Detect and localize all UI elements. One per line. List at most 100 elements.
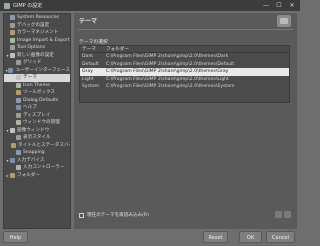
sidebar-item[interactable]: ツールボックス xyxy=(4,89,70,97)
theme-row[interactable]: System C:\Program Files\GIMP 2\share\gimp… xyxy=(80,83,289,91)
category-icon xyxy=(8,67,14,73)
close-button[interactable]: ✕ xyxy=(288,0,296,11)
category-icon xyxy=(16,165,21,171)
category-icon xyxy=(16,120,21,126)
sidebar-item[interactable]: Snapping xyxy=(4,149,70,157)
sidebar-item[interactable]: Dialog Defaults xyxy=(4,97,70,105)
sidebar-item[interactable]: ▾ 新しい画像の設定 xyxy=(4,52,70,60)
sidebar-item[interactable]: 表示スタイル xyxy=(4,134,70,142)
theme-folder-cell: C:\Program Files\GIMP 2\share\gimp\2.0\t… xyxy=(106,61,235,67)
ok-button[interactable]: OK xyxy=(239,231,262,243)
window-title: GIMP の設定 xyxy=(13,3,43,9)
dialog-button-bar: Help Reset OK Cancel xyxy=(0,229,300,246)
reload-theme-label: 現在のテーマを再読み込み(R) xyxy=(87,213,149,218)
folder-icon[interactable] xyxy=(284,211,291,218)
sidebar-item-label: Image Import & Export xyxy=(17,37,70,43)
sidebar-item-label: Icon Theme xyxy=(23,82,50,88)
theme-row[interactable]: Light C:\Program Files\GIMP 2\share\gimp\… xyxy=(80,76,289,84)
theme-list[interactable]: テーマ フォルダー Dark C:\Program Files\GIMP 2\sh… xyxy=(79,45,290,103)
sidebar-item-label: 画像ウィンドウ xyxy=(17,127,50,133)
category-icon xyxy=(10,22,15,28)
maximize-button[interactable]: ☐ xyxy=(275,0,283,11)
sidebar-item-label: グリッド xyxy=(23,60,42,65)
refresh-icon[interactable] xyxy=(275,211,282,218)
sidebar-item[interactable]: ▸ フォルダー xyxy=(4,172,70,180)
category-icon xyxy=(10,127,15,133)
category-icon xyxy=(16,97,21,103)
sidebar-item[interactable]: ヘルプ xyxy=(4,104,70,112)
theme-name-cell: System xyxy=(82,84,100,89)
category-icon xyxy=(10,45,15,51)
sidebar-item-label: ディスプレイ xyxy=(23,112,51,118)
column-header-folder[interactable]: フォルダー xyxy=(104,46,289,52)
sidebar-item-label: System Resources xyxy=(17,15,60,20)
sidebar-item-label: 新しい画像の設定 xyxy=(17,52,54,58)
sidebar-item[interactable]: Icon Theme xyxy=(4,82,70,90)
category-icon xyxy=(10,30,15,36)
category-icon xyxy=(10,37,15,43)
theme-name-cell: Dark xyxy=(82,54,93,59)
sidebar-item[interactable]: グリッド xyxy=(4,59,70,67)
reset-button[interactable]: Reset xyxy=(203,231,228,243)
theme-section-label: テーマの選択 xyxy=(79,40,108,45)
category-icon xyxy=(16,150,21,156)
theme-row[interactable]: Dark C:\Program Files\GIMP 2\share\gimp\2… xyxy=(80,53,289,61)
sidebar-item-label: Tool Options xyxy=(17,45,46,50)
sidebar-item[interactable]: ウィンドウの管理 xyxy=(4,119,70,127)
theme-list-header: テーマ フォルダー xyxy=(80,46,289,53)
category-icon xyxy=(16,90,21,96)
sidebar-item[interactable]: System Resources xyxy=(4,14,70,22)
category-icon xyxy=(10,15,15,21)
category-icon xyxy=(16,105,21,111)
help-button[interactable]: Help xyxy=(3,231,28,243)
category-icon xyxy=(16,135,21,141)
sidebar-item-label: デバッグの設定 xyxy=(17,22,50,28)
cancel-button[interactable]: Cancel xyxy=(266,231,295,243)
category-icon xyxy=(11,142,16,148)
sidebar-item[interactable]: ▾ ユーザーインターフェース xyxy=(4,67,70,75)
preferences-page: テーマ テーマの選択 テーマ フォルダー Dark C:\Program File… xyxy=(74,13,297,229)
category-icon xyxy=(16,82,21,88)
sidebar-item-label: ウィンドウの管理 xyxy=(23,120,60,125)
sidebar-item[interactable]: タイトルとステータスバー xyxy=(4,142,70,150)
sidebar-item-label: ツールボックス xyxy=(23,90,56,95)
sidebar-item[interactable]: 入力コントローラー xyxy=(4,164,70,172)
header-divider xyxy=(78,29,293,30)
column-header-theme[interactable]: テーマ xyxy=(80,46,104,52)
category-icon xyxy=(16,75,21,81)
sidebar-item-label: テーマ xyxy=(23,75,37,80)
preferences-category-tree[interactable]: System Resources デバッグの設定 カラーマネジメント Image Im… xyxy=(3,13,71,229)
sidebar-item-label: 表示スタイル xyxy=(23,135,51,140)
page-icon-group xyxy=(275,211,291,218)
category-icon xyxy=(10,52,15,58)
sidebar-item-label: 入力コントローラー xyxy=(23,165,65,170)
theme-name-cell: Light xyxy=(82,76,94,82)
category-icon xyxy=(10,172,15,178)
minimize-button[interactable]: — xyxy=(262,0,270,11)
sidebar-item-label: Snapping xyxy=(23,150,45,155)
sidebar-item[interactable]: Tool Options xyxy=(4,44,70,52)
sidebar-item-label: タイトルとステータスバー xyxy=(18,142,71,148)
category-icon xyxy=(16,112,21,118)
window-controls: — ☐ ✕ xyxy=(262,0,296,11)
reload-theme-checkbox[interactable] xyxy=(79,212,84,218)
sidebar-item[interactable]: ▾ 画像ウィンドウ xyxy=(4,127,70,135)
theme-row[interactable]: Default C:\Program Files\GIMP 2\share\gim… xyxy=(80,61,289,69)
reload-theme-option[interactable]: 現在のテーマを再読み込み(R) xyxy=(79,212,149,218)
sidebar-item[interactable]: デバッグの設定 xyxy=(4,22,70,30)
sidebar-item-label: 入力デバイス xyxy=(17,157,45,163)
gimp-app-icon xyxy=(4,2,10,9)
theme-folder-cell: C:\Program Files\GIMP 2\share\gimp\2.0\t… xyxy=(106,76,229,82)
sidebar-item[interactable]: ▾ 入力デバイス xyxy=(4,157,70,165)
sidebar-item[interactable]: ディスプレイ xyxy=(4,112,70,120)
sidebar-item-label: ヘルプ xyxy=(23,105,37,110)
sidebar-item[interactable]: カラーマネジメント xyxy=(4,29,70,37)
category-icon xyxy=(16,60,21,66)
theme-row[interactable]: Gray C:\Program Files\GIMP 2\share\gimp\2… xyxy=(80,68,289,76)
sidebar-item-label: フォルダー xyxy=(17,172,40,178)
sidebar-item-label: ユーザーインターフェース xyxy=(15,67,70,73)
sidebar-item[interactable]: Image Import & Export xyxy=(4,37,70,45)
title-bar: GIMP の設定 — ☐ ✕ xyxy=(0,0,300,11)
sidebar-item[interactable]: テーマ xyxy=(4,74,70,82)
page-title: テーマ xyxy=(79,18,98,25)
